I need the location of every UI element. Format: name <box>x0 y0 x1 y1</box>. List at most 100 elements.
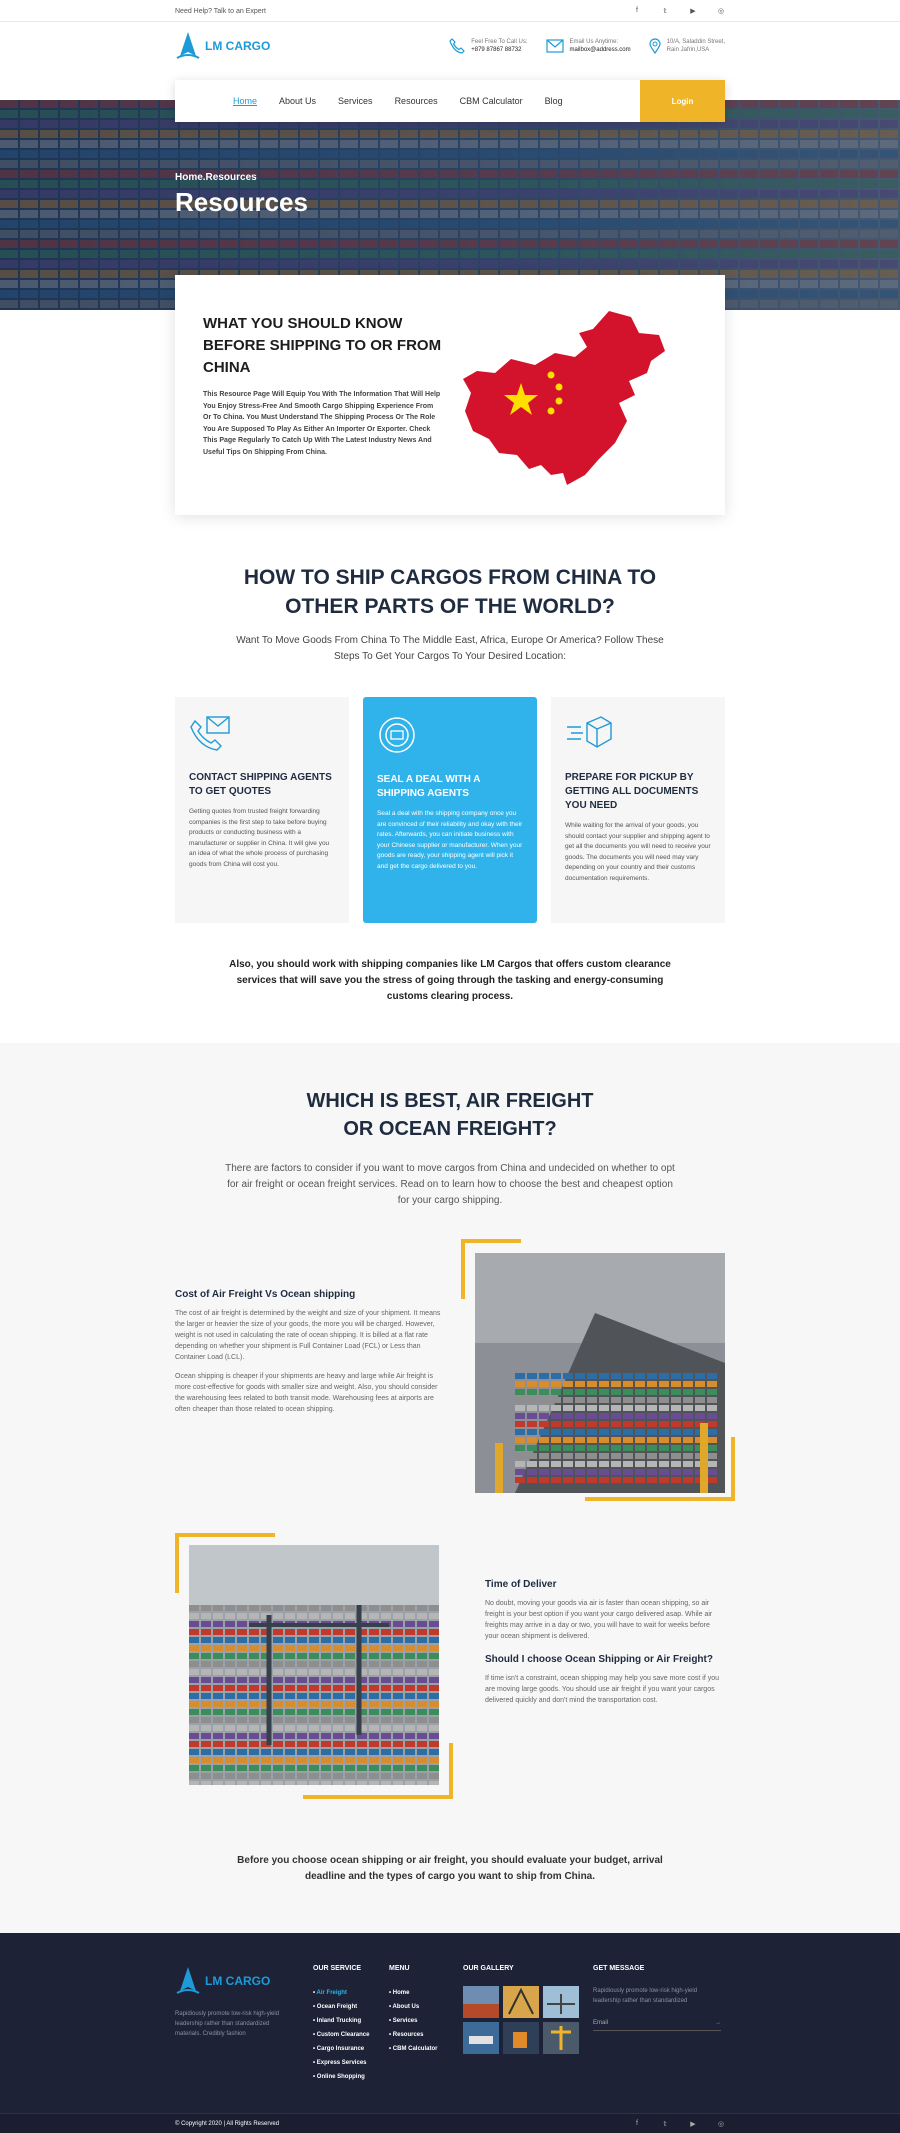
instagram-icon[interactable]: ◎ <box>717 2120 725 2128</box>
login-button[interactable]: Login <box>640 80 725 122</box>
step-card-quotes: CONTACT SHIPPING AGENTS TO GET QUOTES Ge… <box>175 697 349 923</box>
footer-link[interactable]: Ocean Freight <box>313 2000 389 2014</box>
logo[interactable]: LM CARGO <box>175 30 270 62</box>
footer-logo[interactable]: LM CARGO <box>175 1965 313 1997</box>
footer-bottom-bar: © Copyright 2020 | All Rights Reserved f… <box>0 2113 900 2133</box>
logo-text: LM CARGO <box>205 39 271 53</box>
nav-services[interactable]: Services <box>338 96 373 106</box>
email-subscribe: Email → <box>593 2020 721 2031</box>
footer: LM CARGO Rapidiously promote low-risk hi… <box>0 1933 900 2113</box>
cost-text-1: The cost of air freight is determined by… <box>175 1310 441 1361</box>
decor-line <box>731 1437 735 1501</box>
china-flag-map-image <box>463 311 665 485</box>
nav-home[interactable]: Home <box>233 96 257 106</box>
intro-card: WHAT YOU SHOULD KNOW BEFORE SHIPPING TO … <box>175 275 725 515</box>
conclusion-text: Before you choose ocean shipping or air … <box>237 1855 663 1882</box>
twitter-icon[interactable]: 𝕥 <box>661 7 669 15</box>
footer-social-links: f 𝕥 ▶ ◎ <box>633 2120 725 2128</box>
footer-link[interactable]: Cargo Insurance <box>313 2042 389 2056</box>
footer-services: OUR SERVICE Air Freight Ocean Freight In… <box>313 1965 389 2084</box>
page-title: Resources <box>175 187 308 217</box>
ship-logo-icon <box>176 32 200 59</box>
contact-email: Email Us Anytime: mailbox@address.com <box>545 38 631 54</box>
contact-phone: Feel Free To Call Us: +879 87867 88732 <box>449 38 528 54</box>
contact-phone-icon <box>190 716 230 751</box>
footer-about: LM CARGO Rapidiously promote low-risk hi… <box>175 1965 313 2084</box>
cost-text-2: Ocean shipping is cheaper if your shipme… <box>175 1373 438 1413</box>
gallery-thumb[interactable] <box>463 1986 499 2018</box>
how-to-ship-section: HOW TO SHIP CARGOS FROM CHINA TO OTHER PA… <box>0 515 900 1005</box>
nav-cbm-calculator[interactable]: CBM Calculator <box>460 96 523 106</box>
footer-heading: OUR SERVICE <box>313 1965 362 1972</box>
step-title: SEAL A DEAL WITH A SHIPPING AGENTS <box>377 774 481 799</box>
gallery-thumb[interactable] <box>503 1986 539 2018</box>
intro-text: This Resource Page Will Equip You With T… <box>203 391 441 456</box>
contact-label: Email Us Anytime: <box>569 39 619 45</box>
location-icon <box>649 38 661 54</box>
footer-message: GET MESSAGE Rapidiously promote low-risk… <box>593 1965 721 2084</box>
section-title: WHICH IS BEST, AIR FREIGHT OR OCEAN FREIG… <box>306 1090 594 1140</box>
footer-link[interactable]: Air Freight <box>313 1986 389 2000</box>
footer-link[interactable]: Resources <box>389 2028 463 2042</box>
footer-description: Rapidiously promote low-risk high-yield … <box>175 2011 280 2037</box>
step-title: CONTACT SHIPPING AGENTS TO GET QUOTES <box>189 772 332 797</box>
gallery-thumb[interactable] <box>543 1986 579 2018</box>
gallery-thumb[interactable] <box>503 2022 539 2054</box>
main-nav: Home About Us Services Resources CBM Cal… <box>175 80 725 122</box>
youtube-icon[interactable]: ▶ <box>689 7 697 15</box>
footer-link[interactable]: Express Services <box>313 2056 389 2070</box>
seal-icon <box>379 717 415 753</box>
section-subtitle: Want To Move Goods From China To The Mid… <box>236 635 664 662</box>
time-text: No doubt, moving your goods via air is f… <box>485 1600 713 1640</box>
top-bar: Need Help? Talk to an Expert f 𝕥 ▶ ◎ <box>0 0 900 22</box>
step-text: Seal a deal with the shipping company on… <box>377 810 523 870</box>
decor-line <box>175 1533 179 1593</box>
contact-value: Rain Jafrin,USA <box>666 47 710 53</box>
delivery-box-icon <box>567 716 612 748</box>
decor-line <box>303 1795 453 1799</box>
contact-label: 10/A, Saladdin Street, <box>666 39 725 45</box>
footer-gallery: OUR GALLERY <box>463 1965 593 2084</box>
nav-blog[interactable]: Blog <box>545 96 563 106</box>
facebook-icon[interactable]: f <box>633 2120 641 2128</box>
ship-logo-icon <box>176 1967 200 1994</box>
section-subtitle: There are factors to consider if you wan… <box>225 1163 675 1206</box>
choose-heading: Should I choose Ocean Shipping or Air Fr… <box>485 1654 713 1665</box>
instagram-icon[interactable]: ◎ <box>717 7 725 15</box>
custom-clearance-note: Also, you should work with shipping comp… <box>229 959 671 1002</box>
youtube-icon[interactable]: ▶ <box>689 2120 697 2128</box>
contact-label: Feel Free To Call Us: <box>471 39 528 45</box>
social-links: f 𝕥 ▶ ◎ <box>633 7 725 15</box>
gallery-thumb[interactable] <box>463 2022 499 2054</box>
logo-text: LM CARGO <box>205 1974 271 1988</box>
step-text: Getting quotes from trusted freight forw… <box>189 808 330 868</box>
nav-resources[interactable]: Resources <box>395 96 438 106</box>
nav-about[interactable]: About Us <box>279 96 316 106</box>
port-cranes-image <box>189 1545 439 1785</box>
footer-link[interactable]: About Us <box>389 2000 463 2014</box>
section-title: HOW TO SHIP CARGOS FROM CHINA TO OTHER PA… <box>243 566 657 618</box>
footer-link[interactable]: Inland Trucking <box>313 2014 389 2028</box>
contact-value[interactable]: +879 87867 88732 <box>471 46 527 54</box>
footer-link[interactable]: Online Shopping <box>313 2070 389 2084</box>
mail-icon <box>545 39 564 53</box>
intro-title: WHAT YOU SHOULD KNOW BEFORE SHIPPING TO … <box>203 315 442 376</box>
contact-value[interactable]: mailbox@address.com <box>570 46 631 54</box>
footer-link[interactable]: Services <box>389 2014 463 2028</box>
facebook-icon[interactable]: f <box>633 7 641 15</box>
contact-info: Feel Free To Call Us: +879 87867 88732 Em… <box>449 38 725 54</box>
email-input[interactable]: Email <box>593 2020 608 2026</box>
step-text: While waiting for the arrival of your go… <box>565 822 711 882</box>
decor-line <box>461 1239 521 1243</box>
footer-link[interactable]: Home <box>389 1986 463 2000</box>
gallery-thumb[interactable] <box>543 2022 579 2054</box>
twitter-icon[interactable]: 𝕥 <box>661 2120 669 2128</box>
container-ship-image <box>475 1253 725 1493</box>
decor-line <box>449 1743 453 1799</box>
arrow-right-icon[interactable]: → <box>715 2020 721 2026</box>
footer-link[interactable]: CBM Calculator <box>389 2042 463 2056</box>
help-text: Need Help? Talk to an Expert <box>175 7 266 15</box>
footer-link[interactable]: Custom Clearance <box>313 2028 389 2042</box>
cost-heading: Cost of Air Freight Vs Ocean shipping <box>175 1289 356 1300</box>
footer-menu: MENU Home About Us Services Resources CB… <box>389 1965 463 2084</box>
